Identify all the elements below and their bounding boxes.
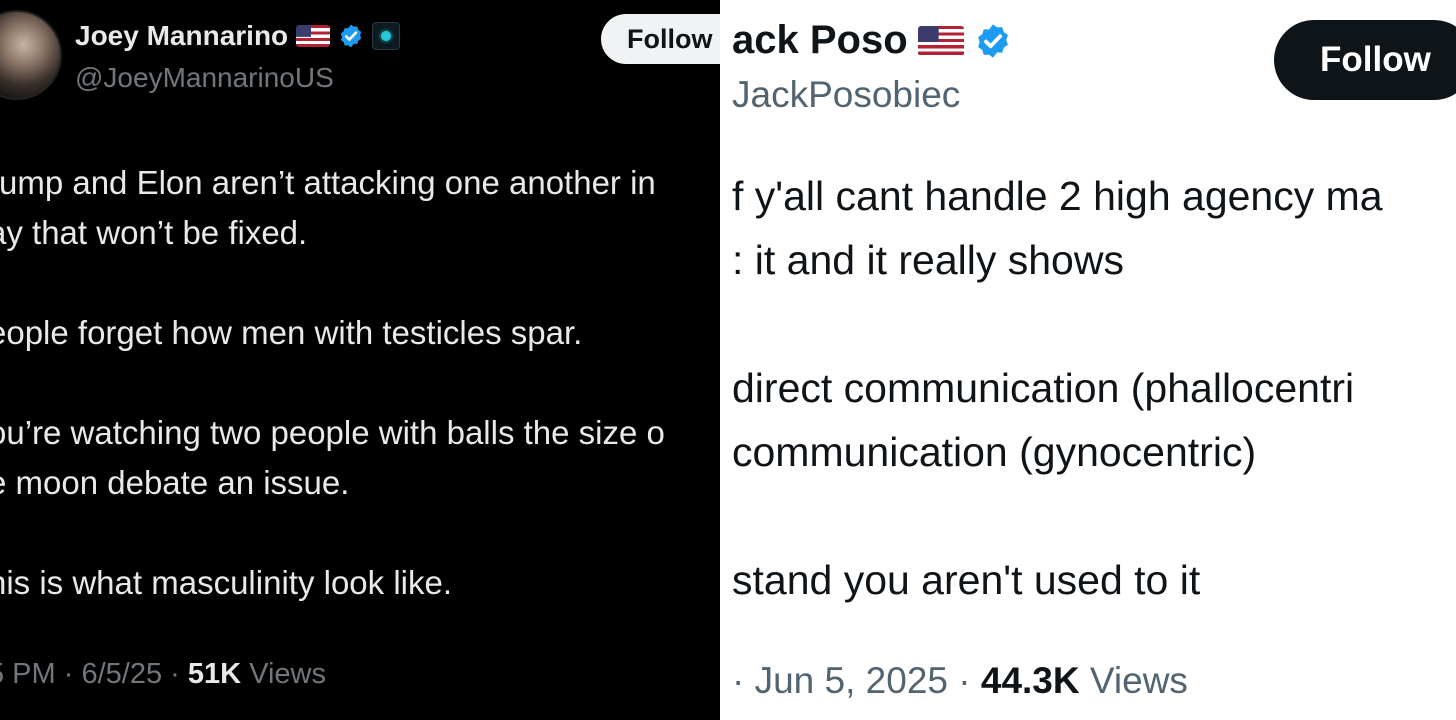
avatar[interactable] [0,10,62,100]
author-handle[interactable]: JackPosobiec [732,74,960,116]
us-flag-icon [917,25,964,56]
views-count: 44.3K [980,660,1080,701]
tweet-line: direct communication (phallocentri [732,365,1355,411]
tweet-text: rump and Elon aren’t attacking one anoth… [0,158,720,608]
author-row: Joey Mannarino [75,20,401,52]
us-flag-icon [296,25,331,47]
left-tweet-panel: Joey Mannarino @JoeyMannarinoUS Follow r… [0,0,720,720]
tweet-line: : it and it really shows [732,237,1124,283]
tweet-line: f y'all cant handle 2 high agency ma [732,173,1383,219]
follow-button[interactable]: Follow [601,14,720,64]
verified-badge-icon [977,23,1008,58]
tweet-line: e moon debate an issue. [0,464,350,501]
tweet-meta: · Jun 5, 2025 · 44.3K Views [732,660,1188,702]
tweet-text: f y'all cant handle 2 high agency ma : i… [732,164,1456,612]
tweet-timestamp[interactable]: 5 PM · 6/5/25 · [0,658,188,690]
author-row: ack Poso [732,18,1012,63]
tweet-line: communication (gynocentric) [732,429,1257,475]
affiliate-badge-icon[interactable] [372,22,401,50]
follow-button[interactable]: Follow [1274,20,1456,100]
tweet-timestamp[interactable]: · Jun 5, 2025 · [732,660,981,701]
tweet-line: ay that won’t be fixed. [0,214,308,251]
tweet-line: eople forget how men with testicles spar… [0,314,583,351]
tweet-line: rump and Elon aren’t attacking one anoth… [0,164,656,201]
author-name[interactable]: Joey Mannarino [75,20,288,52]
views-label: Views [1079,660,1188,701]
tweet-line: his is what masculinity look like. [0,564,452,601]
author-name[interactable]: ack Poso [732,18,908,63]
tweet-line: ou’re watching two people with balls the… [0,414,665,451]
verified-badge-icon [340,24,362,48]
tweet-meta: 5 PM · 6/5/25 · 51K Views [0,658,326,691]
views-count: 51K [187,658,242,690]
right-tweet-panel: ack Poso JackPosobiec Follow f y'all can… [720,0,1456,720]
author-handle[interactable]: @JoeyMannarinoUS [75,62,334,94]
tweet-line: stand you aren't used to it [732,557,1201,603]
views-label: Views [241,658,326,690]
